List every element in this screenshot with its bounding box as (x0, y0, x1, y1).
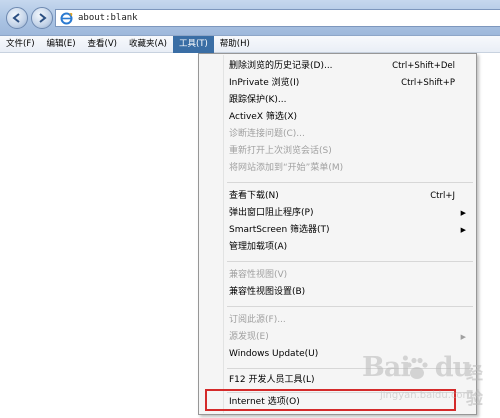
address-bar[interactable]: about:blank (55, 9, 500, 27)
menu-item-label: 兼容性视图(V) (229, 270, 288, 280)
menu-item-view-downloads[interactable]: 查看下载(N) Ctrl+J (229, 188, 469, 205)
ie-page-icon (60, 12, 73, 24)
menu-item-activex-filter[interactable]: ActiveX 筛选(X) (229, 109, 469, 126)
menu-item-feed-discovery: 源发现(E) ▶ (229, 329, 469, 346)
menu-item-popup-blocker[interactable]: 弹出窗口阻止程序(P) ▶ (229, 205, 469, 222)
menu-item-label: 诊断连接问题(C)... (229, 129, 305, 139)
arrow-right-icon (39, 13, 47, 23)
menu-item-label: 跟踪保护(K)... (229, 95, 287, 105)
menu-bar: 文件(F) 编辑(E) 查看(V) 收藏夹(A) 工具(T) 帮助(H) (0, 35, 500, 53)
menu-item-add-to-start: 将网站添加到“开始”菜单(M) (229, 160, 469, 177)
menu-item-label: F12 开发人员工具(L) (229, 375, 315, 385)
watermark-url: jingyan.baidu.com (380, 390, 473, 401)
menu-item-label: 查看下载(N) (229, 191, 279, 201)
menu-item-label: Windows Update(U) (229, 349, 319, 359)
menu-favorites[interactable]: 收藏夹(A) (123, 36, 173, 53)
menu-item-tracking-protection[interactable]: 跟踪保护(K)... (229, 92, 469, 109)
menu-item-label: 订阅此源(F)... (229, 315, 286, 325)
menu-file[interactable]: 文件(F) (0, 36, 41, 53)
menu-separator (227, 261, 473, 262)
menu-item-label: ActiveX 筛选(X) (229, 112, 298, 122)
menu-help[interactable]: 帮助(H) (214, 36, 256, 53)
menu-item-label: 源发现(E) (229, 332, 269, 342)
menu-item-shortcut: Ctrl+J (430, 191, 455, 201)
arrow-left-icon (12, 13, 20, 23)
menu-item-label: InPrivate 浏览(I) (229, 78, 300, 88)
menu-item-label: 管理加载项(A) (229, 242, 288, 252)
submenu-arrow-icon: ▶ (460, 333, 466, 341)
menu-item-manage-addons[interactable]: 管理加载项(A) (229, 239, 469, 256)
menu-edit[interactable]: 编辑(E) (41, 36, 82, 53)
menu-item-inprivate[interactable]: InPrivate 浏览(I) Ctrl+Shift+P (229, 75, 469, 92)
menu-item-label: 重新打开上次浏览会话(S) (229, 146, 332, 156)
menu-item-subscribe-feed: 订阅此源(F)... (229, 312, 469, 329)
menu-item-compat-view: 兼容性视图(V) (229, 267, 469, 284)
menu-item-label: 弹出窗口阻止程序(P) (229, 208, 314, 218)
menu-separator (227, 182, 473, 183)
menu-item-label: 删除浏览的历史记录(D)... (229, 61, 333, 71)
watermark-jingyan-text: 经验 (466, 364, 483, 409)
forward-button[interactable] (31, 7, 53, 29)
menu-item-label: SmartScreen 筛选器(T) (229, 225, 330, 235)
paw-icon (406, 357, 428, 379)
baidu-jingyan-watermark: Bai du 经验 jingyan.baidu.com (362, 352, 498, 416)
title-bar: about:blank (0, 0, 500, 36)
address-text: about:blank (78, 13, 138, 23)
menu-item-smartscreen[interactable]: SmartScreen 筛选器(T) ▶ (229, 222, 469, 239)
menu-separator (227, 306, 473, 307)
menu-item-reopen-session: 重新打开上次浏览会话(S) (229, 143, 469, 160)
menu-view[interactable]: 查看(V) (82, 36, 123, 53)
submenu-arrow-icon: ▶ (460, 226, 466, 234)
menu-item-label: 将网站添加到“开始”菜单(M) (229, 163, 344, 173)
submenu-arrow-icon: ▶ (460, 209, 466, 217)
menu-item-label: 兼容性视图设置(B) (229, 287, 306, 297)
menu-item-diagnose-connection: 诊断连接问题(C)... (229, 126, 469, 143)
menu-item-compat-view-settings[interactable]: 兼容性视图设置(B) (229, 284, 469, 301)
menu-item-shortcut: Ctrl+Shift+P (401, 78, 455, 88)
menu-item-delete-history[interactable]: 删除浏览的历史记录(D)... Ctrl+Shift+Del (229, 58, 469, 75)
back-button[interactable] (6, 7, 28, 29)
menu-tools[interactable]: 工具(T) (172, 35, 214, 53)
menu-item-shortcut: Ctrl+Shift+Del (392, 61, 455, 71)
